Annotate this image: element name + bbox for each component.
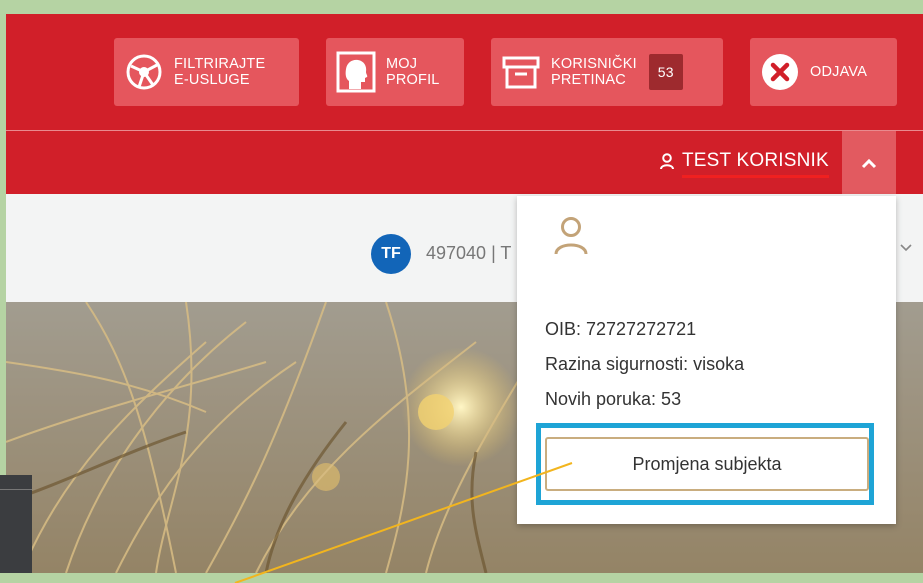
my-profile-label-1: MOJ bbox=[386, 56, 418, 72]
inbox-icon bbox=[491, 55, 551, 89]
user-menu-toggle[interactable]: TEST KORISNIK bbox=[660, 150, 829, 178]
logout-label: ODJAVA bbox=[810, 64, 868, 80]
change-subject-button[interactable]: Promjena subjekta bbox=[545, 437, 869, 491]
user-name: TEST KORISNIK bbox=[682, 150, 829, 171]
user-info-dropdown: OIB: 72727272721 Razina sigurnosti: viso… bbox=[517, 196, 896, 524]
user-inbox-label-2: PRETINAC bbox=[551, 72, 626, 88]
close-icon bbox=[750, 52, 810, 92]
user-bar: TEST KORISNIK bbox=[6, 130, 923, 194]
filter-services-button[interactable]: FILTRIRAJTE E-USLUGE bbox=[114, 38, 299, 106]
portal-frame: FILTRIRAJTE E-USLUGE MOJ PROFIL KORISNIČ… bbox=[6, 14, 923, 573]
user-icon bbox=[660, 152, 674, 170]
chevron-up-icon bbox=[861, 157, 877, 169]
top-header: FILTRIRAJTE E-USLUGE MOJ PROFIL KORISNIČ… bbox=[6, 14, 923, 130]
user-inbox-label-1: KORISNIČKI bbox=[551, 56, 637, 72]
subject-avatar[interactable]: TF bbox=[371, 234, 411, 274]
filter-services-label-1: FILTRIRAJTE bbox=[174, 56, 266, 72]
chevron-down-icon[interactable] bbox=[899, 240, 913, 256]
security-level-text: Razina sigurnosti: visoka bbox=[545, 354, 745, 374]
user-name-underline bbox=[682, 175, 829, 178]
user-icon bbox=[553, 216, 589, 261]
subject-identifier[interactable]: 497040 | T bbox=[426, 243, 511, 264]
overlay-dark-panel bbox=[0, 475, 32, 573]
profile-icon bbox=[326, 51, 386, 93]
filter-services-icon bbox=[114, 53, 174, 91]
filter-services-label-2: E-USLUGE bbox=[174, 72, 250, 88]
logout-button[interactable]: ODJAVA bbox=[750, 38, 897, 106]
inbox-count-badge: 53 bbox=[648, 54, 683, 90]
collapse-user-menu-button[interactable] bbox=[842, 131, 896, 194]
outer-border-bottom bbox=[0, 573, 923, 583]
my-profile-label-2: PROFIL bbox=[386, 72, 440, 88]
user-inbox-button[interactable]: KORISNIČKI PRETINAC 53 bbox=[491, 38, 723, 106]
new-messages-text: Novih poruka: 53 bbox=[545, 389, 682, 409]
oib-text: OIB: 72727272721 bbox=[545, 319, 697, 339]
my-profile-button[interactable]: MOJ PROFIL bbox=[326, 38, 464, 106]
